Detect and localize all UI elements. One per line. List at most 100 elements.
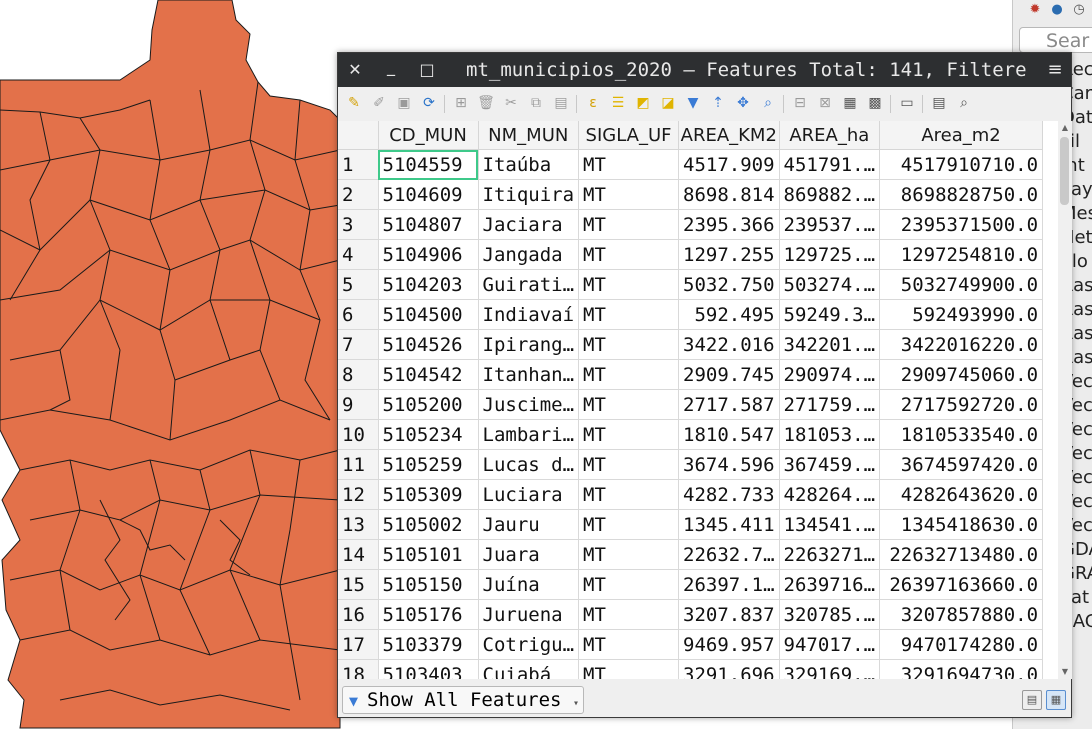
cell-sigla-uf[interactable]: MT [578,449,680,480]
conditional-formatting-icon[interactable]: ▩ [865,93,885,113]
table-row[interactable]: 2 5104609 Itiquira MT 8698.814 869882.… 869882… [338,179,1044,210]
cell-area-km2[interactable]: 592.495 [678,299,780,330]
corner-header[interactable] [338,121,379,150]
table-row[interactable]: 12 5105309 Luciara MT 4282.733 428264.… 428264… [338,479,1044,510]
cell-sigla-uf[interactable]: MT [578,329,680,360]
cell-cd-mun[interactable]: 5105234 [378,419,479,450]
column-header-area-ha[interactable]: AREA_ha [779,121,881,150]
row-number-cell[interactable]: 10 [338,419,379,450]
cell-area-m2[interactable]: 1297254810.0 [879,239,1044,270]
cell-nm-mun[interactable]: Itanhan… [478,359,580,390]
cell-nm-mun[interactable]: Itiquira [478,179,580,210]
maximize-window-button[interactable]: □ [412,53,442,87]
vertical-scrollbar[interactable]: ▲ ▼ [1058,121,1072,679]
cell-nm-mun[interactable]: Guirati… [478,269,580,300]
cell-sigla-uf[interactable]: MT [578,599,680,630]
cell-area-km2[interactable]: 5032.750 [678,269,780,300]
cell-sigla-uf[interactable]: MT [578,419,680,450]
cell-area-ha[interactable]: 2263271… [779,539,881,570]
cell-nm-mun[interactable]: Jangada [478,239,580,270]
cell-nm-mun[interactable]: Juína [478,569,580,600]
row-number-cell[interactable]: 1 [338,149,379,180]
pan-to-selected-icon[interactable]: ✥ [733,93,753,113]
table-row[interactable]: 6 5104500 Indiavaí MT 592.495 59249.3… 5924939… [338,299,1044,330]
cell-area-ha[interactable]: 947017.… [779,629,881,660]
row-number-cell[interactable]: 15 [338,569,379,600]
cell-cd-mun[interactable]: 5105200 [378,389,479,420]
cell-area-m2[interactable]: 3422016220.0 [879,329,1044,360]
cell-area-km2[interactable]: 4282.733 [678,479,780,510]
cell-area-km2[interactable]: 2717.587 [678,389,780,420]
cell-sigla-uf[interactable]: MT [578,179,680,210]
cell-cd-mun[interactable]: 5104609 [378,179,479,210]
copy-icon[interactable]: ⧉ [526,93,546,113]
table-row[interactable]: 8 5104542 Itanhan… MT 2909.745 290974.… 290974… [338,359,1044,390]
column-header-cd-mun[interactable]: CD_MUN [378,121,479,150]
cell-area-km2[interactable]: 22632.7… [678,539,780,570]
table-row[interactable]: 10 5105234 Lambari… MT 1810.547 181053.… 18105… [338,419,1044,450]
paste-icon[interactable]: ▤ [551,93,571,113]
table-view-button[interactable]: ▦ [1046,690,1066,710]
cell-area-m2[interactable]: 4517910710.0 [879,149,1044,180]
cell-area-km2[interactable]: 3207.837 [678,599,780,630]
cell-sigla-uf[interactable]: MT [578,479,680,510]
cell-area-m2[interactable]: 3207857880.0 [879,599,1044,630]
row-number-cell[interactable]: 6 [338,299,379,330]
row-number-cell[interactable]: 17 [338,629,379,660]
table-row[interactable]: 5 5104203 Guirati… MT 5032.750 503274.… 503274… [338,269,1044,300]
cell-nm-mun[interactable]: Itaúba [478,149,580,180]
minimize-window-button[interactable]: _ [376,53,406,87]
cell-cd-mun[interactable]: 5105101 [378,539,479,570]
cell-area-ha[interactable]: 342201.… [779,329,881,360]
cell-area-km2[interactable]: 4517.909 [678,149,780,180]
cell-nm-mun[interactable]: Cuiabá [478,659,580,679]
table-row[interactable]: 11 5105259 Lucas d… MT 3674.596 367459.… 36745… [338,449,1044,480]
table-row[interactable]: 3 5104807 Jaciara MT 2395.366 239537.… 2395371… [338,209,1044,240]
table-row[interactable]: 16 5105176 Juruena MT 3207.837 320785.… 320785… [338,599,1044,630]
row-number-cell[interactable]: 2 [338,179,379,210]
move-selection-to-top-icon[interactable]: ⇡ [708,93,728,113]
form-view-button[interactable]: ▤ [1022,690,1042,710]
scrollbar-thumb[interactable] [1060,137,1069,205]
table-row[interactable]: 18 5103403 Cuiabá MT 3291.696 329169.… 3291694… [338,659,1044,679]
history-icon[interactable]: ◷ [1071,2,1087,18]
cell-cd-mun[interactable]: 5105176 [378,599,479,630]
table-row[interactable]: 15 5105150 Juína MT 26397.1… 2639716… 26397163… [338,569,1044,600]
cell-area-ha[interactable]: 329169.… [779,659,881,679]
window-titlebar[interactable]: ✕ _ □ mt_municipios_2020 — Features Tota… [338,53,1071,87]
cell-area-km2[interactable]: 1297.255 [678,239,780,270]
cell-area-ha[interactable]: 129725.… [779,239,881,270]
row-number-cell[interactable]: 7 [338,329,379,360]
cell-sigla-uf[interactable]: MT [578,509,680,540]
cell-cd-mun[interactable]: 5105259 [378,449,479,480]
cell-nm-mun[interactable]: Lambari… [478,419,580,450]
zoom-to-selected-icon[interactable]: ⌕ [758,93,778,113]
cell-cd-mun[interactable]: 5105002 [378,509,479,540]
cell-area-km2[interactable]: 9469.957 [678,629,780,660]
cell-area-m2[interactable]: 2909745060.0 [879,359,1044,390]
cell-area-ha[interactable]: 290974.… [779,359,881,390]
scroll-up-icon[interactable]: ▲ [1058,121,1072,135]
cell-area-km2[interactable]: 3422.016 [678,329,780,360]
row-number-cell[interactable]: 14 [338,539,379,570]
cut-icon[interactable]: ✂ [501,93,521,113]
column-header-area-km2[interactable]: AREA_KM2 [678,121,780,150]
settings-icon[interactable]: ✹ [1027,2,1043,18]
cell-area-km2[interactable]: 2909.745 [678,359,780,390]
cell-area-km2[interactable]: 3291.696 [678,659,780,679]
cell-nm-mun[interactable]: Indiavaí [478,299,580,330]
cell-sigla-uf[interactable]: MT [578,569,680,600]
cell-nm-mun[interactable]: Lucas d… [478,449,580,480]
cell-area-m2[interactable]: 2717592720.0 [879,389,1044,420]
delete-field-icon[interactable]: ⊠ [815,93,835,113]
cell-area-m2[interactable]: 22632713480.0 [879,539,1044,570]
save-edits-icon[interactable]: ▣ [394,93,414,113]
table-row[interactable]: 7 5104526 Ipirang… MT 3422.016 342201.… 342201… [338,329,1044,360]
cell-area-ha[interactable]: 428264.… [779,479,881,510]
cell-area-ha[interactable]: 59249.3… [779,299,881,330]
row-number-cell[interactable]: 16 [338,599,379,630]
cell-cd-mun[interactable]: 5104203 [378,269,479,300]
column-header-sigla-uf[interactable]: SIGLA_UF [578,121,680,150]
table-row[interactable]: 4 5104906 Jangada MT 1297.255 129725.… 1297254… [338,239,1044,270]
attribute-table-grid[interactable]: CD_MUN NM_MUN SIGLA_UF AREA_KM2 AREA_ha … [338,121,1058,679]
